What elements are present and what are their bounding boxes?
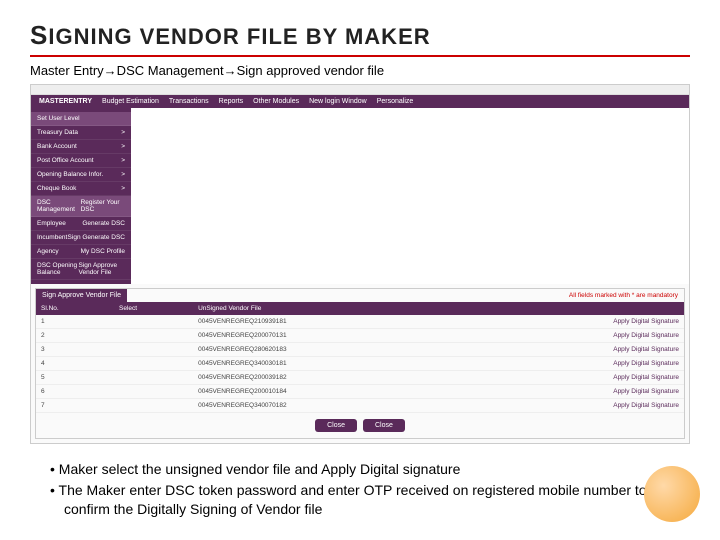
content-area	[131, 108, 689, 284]
sidebar-item[interactable]: Cheque Book>	[31, 182, 131, 196]
bullet-item: Maker select the unsigned vendor file an…	[50, 460, 680, 479]
nav-main[interactable]: MASTERENTRY	[39, 98, 92, 105]
bullet-item: The Maker enter DSC token password and e…	[50, 481, 680, 519]
title-initial: S	[30, 20, 48, 50]
cell-select[interactable]	[114, 385, 193, 399]
cell-select[interactable]	[114, 399, 193, 413]
title-divider	[30, 55, 690, 57]
col-slno: Sl.No.	[36, 302, 114, 315]
col-action	[471, 302, 684, 315]
close-button[interactable]: Close	[315, 419, 357, 432]
vendor-table: Sl.No. Select UnSigned Vendor File 1 0045…	[36, 302, 684, 413]
apply-signature-link[interactable]: Apply Digital Signature	[471, 343, 684, 357]
close-button-2[interactable]: Close	[363, 419, 405, 432]
cell-slno: 3	[36, 343, 114, 357]
cell-file: 0045VENREGREQ340030181	[193, 357, 471, 371]
sidebar-item[interactable]: AgencyMy DSC Profile	[31, 245, 131, 259]
sidebar-item[interactable]: DSC Opening BalanceSign Approve Vendor F…	[31, 259, 131, 280]
table-row: 1 0045VENREGREQ210939181Apply Digital Sig…	[36, 315, 684, 329]
sidebar-item[interactable]: Treasury Data>	[31, 126, 131, 140]
cell-file: 0045VENREGREQ200039182	[193, 371, 471, 385]
table-row: 2 0045VENREGREQ200070131Apply Digital Sig…	[36, 329, 684, 343]
table-row: 7 0045VENREGREQ340070182Apply Digital Sig…	[36, 399, 684, 413]
cell-slno: 2	[36, 329, 114, 343]
col-file: UnSigned Vendor File	[193, 302, 471, 315]
apply-signature-link[interactable]: Apply Digital Signature	[471, 371, 684, 385]
col-select: Select	[114, 302, 193, 315]
nav-item[interactable]: Other Modules	[253, 98, 299, 105]
sidebar-item[interactable]: Set User Level	[31, 112, 131, 126]
apply-signature-link[interactable]: Apply Digital Signature	[471, 329, 684, 343]
nav-item[interactable]: Budget Estimation	[102, 98, 159, 105]
sidebar-item[interactable]: EmployeeGenerate DSC	[31, 217, 131, 231]
cell-file: 0045VENREGREQ200010184	[193, 385, 471, 399]
cell-file: 0045VENREGREQ340070182	[193, 399, 471, 413]
cell-select[interactable]	[114, 315, 193, 329]
cell-slno: 1	[36, 315, 114, 329]
window-titlebar	[31, 85, 689, 95]
cell-file: 0045VENREGREQ200070131	[193, 329, 471, 343]
app-screenshot: MASTERENTRY Budget Estimation Transactio…	[30, 84, 690, 444]
cell-slno: 7	[36, 399, 114, 413]
sidebar-item-dsc[interactable]: DSC ManagementRegister Your DSC	[31, 196, 131, 217]
apply-signature-link[interactable]: Apply Digital Signature	[471, 385, 684, 399]
cell-slno: 5	[36, 371, 114, 385]
nav-item[interactable]: New login Window	[309, 98, 367, 105]
cell-slno: 6	[36, 385, 114, 399]
sidebar-item[interactable]: Opening Balance Infor.>	[31, 168, 131, 182]
sidebar-item[interactable]: Post Office Account>	[31, 154, 131, 168]
mandatory-note: All fields marked with * are mandatory	[563, 289, 684, 302]
sidebar-item[interactable]: Bank Account>	[31, 140, 131, 154]
cell-select[interactable]	[114, 371, 193, 385]
cell-slno: 4	[36, 357, 114, 371]
cell-file: 0045VENREGREQ210939181	[193, 315, 471, 329]
table-row: 4 0045VENREGREQ340030181Apply Digital Sig…	[36, 357, 684, 371]
table-row: 6 0045VENREGREQ200010184Apply Digital Sig…	[36, 385, 684, 399]
apply-signature-link[interactable]: Apply Digital Signature	[471, 315, 684, 329]
cell-select[interactable]	[114, 357, 193, 371]
apply-signature-link[interactable]: Apply Digital Signature	[471, 399, 684, 413]
panel-title: Sign Approve Vendor File	[36, 289, 127, 302]
table-row: 3 0045VENREGREQ280620183Apply Digital Sig…	[36, 343, 684, 357]
sidebar-item[interactable]: IncumbentSign Generate DSC	[31, 231, 131, 245]
breadcrumb: Master Entry→DSC Management→Sign approve…	[30, 63, 690, 78]
cell-select[interactable]	[114, 329, 193, 343]
cell-select[interactable]	[114, 343, 193, 357]
table-row: 5 0045VENREGREQ200039182Apply Digital Sig…	[36, 371, 684, 385]
sidebar: Set User Level Treasury Data> Bank Accou…	[31, 108, 131, 284]
nav-item[interactable]: Reports	[219, 98, 244, 105]
top-nav: MASTERENTRY Budget Estimation Transactio…	[31, 95, 689, 108]
vendor-table-panel: Sign Approve Vendor File All fields mark…	[35, 288, 685, 439]
cell-file: 0045VENREGREQ280620183	[193, 343, 471, 357]
bullet-list: Maker select the unsigned vendor file an…	[30, 456, 690, 519]
slide-title: SIGNING VENDOR FILE BY MAKER	[30, 20, 690, 51]
nav-item[interactable]: Transactions	[169, 98, 209, 105]
nav-item[interactable]: Personalize	[377, 98, 414, 105]
title-rest: IGNING VENDOR FILE BY MAKER	[48, 24, 430, 49]
decorative-circle	[644, 466, 700, 522]
apply-signature-link[interactable]: Apply Digital Signature	[471, 357, 684, 371]
